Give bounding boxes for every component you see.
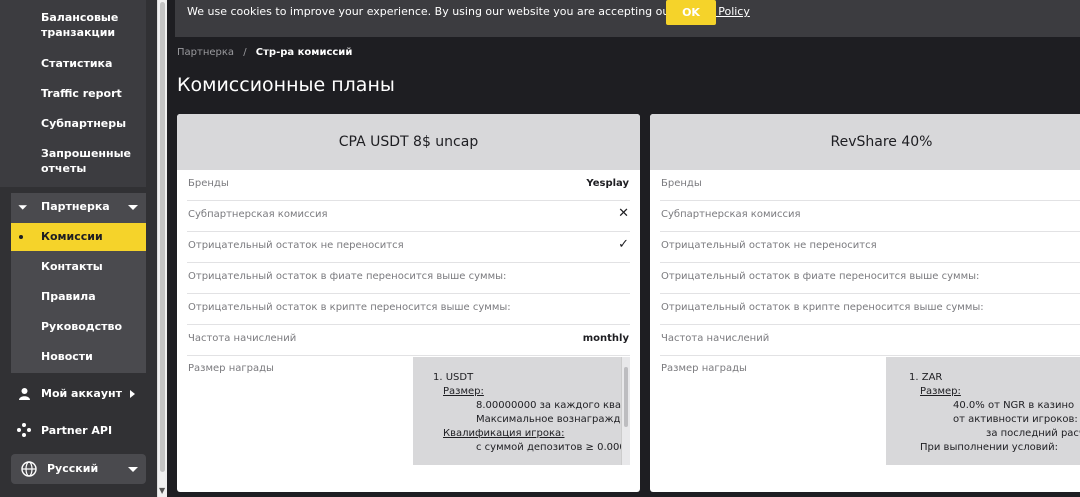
sidebar-item-label: Запрошенные (41, 147, 132, 160)
row-label: Размер награды (188, 363, 274, 374)
scroll-down-icon[interactable]: ▼ (159, 486, 165, 495)
sidebar-item-rules[interactable]: Правила (0, 289, 146, 304)
plan-row-frequency: Частота начислений mo (660, 325, 1080, 356)
reward-activity: от активности игроков: (953, 414, 1078, 425)
plan-row-negative: Отрицательный остаток не переносится ✓ (187, 232, 630, 263)
sidebar-item-requested-reports[interactable]: Запрошенные отчеты (0, 146, 146, 176)
reward-size-label: Размер: (443, 386, 484, 397)
row-label: Размер награды (661, 363, 747, 374)
plan-row-subpartner: Субпартнерская комиссия (660, 201, 1080, 232)
sidebar-item-commissions[interactable]: Комиссии (0, 229, 146, 244)
reward-details: 1. ZAR Размер: 40.0% от NGR в казино от … (906, 371, 1080, 455)
scrollbar-thumb[interactable] (624, 367, 628, 427)
sidebar-item-contacts[interactable]: Контакты (0, 259, 146, 274)
sidebar-item-label: отчеты (41, 162, 87, 175)
reward-period: за последний расч (986, 428, 1080, 439)
plan-card: CPA USDT 8$ uncap Бренды Yesplay Субпарт… (177, 114, 640, 492)
sidebar-item-traffic-report[interactable]: Traffic report (0, 86, 146, 101)
cross-icon: ✕ (618, 206, 629, 221)
divider (167, 0, 175, 497)
row-label: Отрицательный остаток в фиате переноситс… (188, 271, 507, 282)
reward-currency: 1. ZAR (909, 372, 943, 383)
sidebar-item-guide[interactable]: Руководство (0, 319, 146, 334)
sidebar-item-balance-transactions[interactable]: Балансовые транзакции (0, 10, 146, 40)
sidebar-item-partner[interactable]: Партнерка (0, 199, 146, 214)
cookie-ok-button[interactable]: OK (666, 0, 716, 25)
row-label: Отрицательный остаток в фиате переноситс… (661, 271, 980, 282)
plan-row-frequency: Частота начислений monthly (187, 325, 630, 356)
row-label: Отрицательный остаток в крипте переносит… (188, 302, 511, 313)
breadcrumb-link-partner[interactable]: Партнерка (177, 47, 234, 58)
sidebar-item-label: транзакции (41, 26, 116, 39)
plan-title: CPA USDT 8$ uncap (177, 114, 640, 170)
sidebar-group-partner (11, 193, 146, 373)
plan-row-reward: Размер награды 1. USDT Размер: 8.0000000… (187, 356, 630, 476)
cookie-banner: We use cookies to improve your experienc… (175, 0, 1080, 37)
row-value: Yesplay (586, 178, 629, 189)
reward-conditions-label: При выполнении условий: (920, 442, 1058, 453)
plan-row-crypto: Отрицательный остаток в крипте переносит… (660, 294, 1080, 325)
player-qualification-value: с суммой депозитов ≥ 0.0000( (476, 442, 630, 453)
chevron-right-icon (130, 390, 135, 398)
plan-card: RevShare 40% Бренды Ye Субпартнерская ко… (650, 114, 1080, 492)
reward-currency: 1. USDT (433, 372, 474, 383)
plan-row-brands: Бренды Ye (660, 170, 1080, 201)
reward-max: Максимальное вознагражден (476, 414, 630, 425)
plan-title: RevShare 40% (650, 114, 1080, 170)
page-title: Комиссионные планы (177, 74, 395, 96)
plan-row-subpartner: Субпартнерская комиссия ✕ (187, 201, 630, 232)
row-label: Частота начислений (188, 333, 297, 344)
reward-scrollbar[interactable] (621, 357, 630, 465)
reward-details-box[interactable]: 1. ZAR Размер: 40.0% от NGR в казино от … (886, 357, 1080, 465)
row-label: Субпартнерская комиссия (661, 209, 801, 220)
check-icon: ✓ (618, 237, 629, 252)
row-label: Отрицательный остаток не переносится (188, 240, 404, 251)
row-label: Отрицательный остаток не переносится (661, 240, 877, 251)
plan-row-crypto: Отрицательный остаток в крипте переносит… (187, 294, 630, 325)
sidebar-item-subpartners[interactable]: Субпартнеры (0, 116, 146, 131)
reward-size-label: Размер: (920, 386, 961, 397)
sidebar-scrollbar[interactable]: ▼ (157, 0, 167, 497)
player-qualification-label: Квалификация игрока: (443, 428, 565, 439)
row-value: monthly (582, 333, 629, 344)
row-label: Бренды (188, 178, 229, 189)
main-content: We use cookies to improve your experienc… (175, 0, 1080, 497)
plan-row-reward: Размер награды 1. ZAR Размер: 40.0% от N… (660, 356, 1080, 476)
reward-details-box[interactable]: 1. USDT Размер: 8.00000000 за каждого кв… (413, 357, 630, 465)
scrollbar-thumb[interactable] (160, 2, 165, 472)
plan-row-fiat: Отрицательный остаток в фиате переноситс… (187, 263, 630, 294)
reward-details: 1. USDT Размер: 8.00000000 за каждого кв… (433, 371, 630, 455)
breadcrumb-separator: / (243, 47, 247, 58)
row-label: Частота начислений (661, 333, 770, 344)
sidebar-item-partner-api[interactable]: Partner API (0, 423, 146, 438)
sidebar-item-label: Балансовые (41, 11, 119, 24)
chevron-down-icon (128, 467, 138, 472)
sidebar-item-statistics[interactable]: Статистика (0, 56, 146, 71)
plan-row-fiat: Отрицательный остаток в фиате переноситс… (660, 263, 1080, 294)
breadcrumb: Партнерка / Стр-ра комиссий (177, 47, 352, 58)
plan-row-brands: Бренды Yesplay (187, 170, 630, 201)
sidebar-item-my-account[interactable]: Мой аккаунт (0, 386, 146, 401)
reward-amount: 40.0% от NGR в казино (953, 400, 1075, 411)
breadcrumb-current: Стр-ра комиссий (255, 47, 353, 58)
row-label: Отрицательный остаток в крипте переносит… (661, 302, 984, 313)
sidebar: Балансовые транзакции Статистика Traffic… (0, 0, 157, 497)
cookie-message: We use cookies to improve your experienc… (187, 5, 674, 18)
sidebar-item-news[interactable]: Новости (0, 349, 146, 364)
plan-row-negative: Отрицательный остаток не переносится (660, 232, 1080, 263)
reward-amount: 8.00000000 за каждого квали (476, 400, 630, 411)
chevron-down-icon (128, 205, 138, 210)
row-label: Бренды (661, 178, 702, 189)
row-label: Субпартнерская комиссия (188, 209, 328, 220)
language-label: Русский (47, 462, 99, 475)
